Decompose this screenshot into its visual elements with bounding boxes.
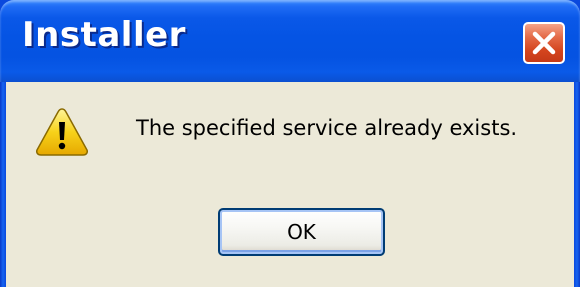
title-bar[interactable]: Installer — [0, 0, 580, 82]
close-button[interactable] — [523, 22, 565, 64]
close-icon — [532, 31, 556, 55]
warning-icon — [36, 108, 88, 156]
window-frame-right — [574, 82, 580, 287]
window-title: Installer — [22, 15, 186, 55]
ok-button[interactable]: OK — [218, 208, 385, 256]
dialog-body — [6, 82, 574, 287]
dialog-message: The specified service already exists. — [136, 116, 518, 140]
installer-dialog: Installer The specified service already … — [0, 0, 580, 287]
